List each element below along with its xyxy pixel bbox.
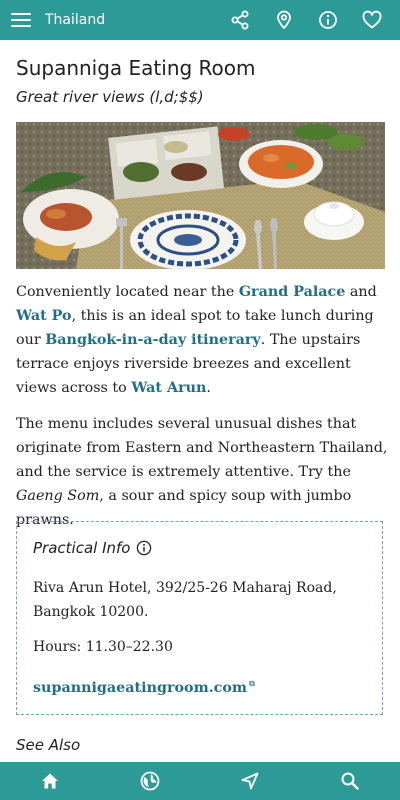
menu-icon[interactable] (11, 13, 31, 27)
link-grand-palace[interactable]: Grand Palace (239, 284, 346, 300)
link-wat-po[interactable]: Wat Po (16, 308, 72, 324)
share-icon[interactable] (218, 0, 262, 40)
search-icon[interactable] (320, 762, 380, 800)
app-bar: Thailand (0, 0, 400, 40)
practical-info-box: Practical Info Riva Arun Hotel, 392/25-2… (16, 521, 383, 715)
navigate-icon[interactable] (220, 762, 280, 800)
restaurant-photo (16, 122, 385, 269)
text-run: . (206, 380, 211, 396)
page-title: Supanniga Eating Room (16, 56, 256, 80)
link-bangkok-itinerary[interactable]: Bangkok-in-a-day itinerary (45, 332, 261, 348)
practical-info-label: Practical Info (33, 539, 131, 557)
app-bar-actions (218, 0, 394, 40)
description-paragraph-2: The menu includes several unusual dishes… (16, 412, 388, 532)
bottom-nav (0, 762, 400, 800)
home-icon[interactable] (20, 762, 80, 800)
info-icon[interactable] (306, 0, 350, 40)
see-also-heading: See Also (16, 736, 81, 754)
page-subtitle: Great river views (l,d;$$) (16, 88, 204, 106)
website-link-label: supanniga­eatingroom.com (33, 679, 248, 696)
text-run: Conveniently located near the (16, 284, 239, 300)
website-link[interactable]: supanniga­eatingroom.com ⧉ (33, 678, 255, 696)
address-text: Riva Arun Hotel, 392/25-26 Maharaj Road,… (33, 580, 337, 620)
hours-text: Hours: 11.30–22.30 (33, 639, 173, 655)
info-icon[interactable] (136, 540, 152, 556)
text-run: The menu includes several unusual dishes… (16, 416, 388, 480)
external-link-icon: ⧉ (249, 678, 255, 688)
article-content[interactable]: Supanniga Eating Room Great river views … (0, 40, 400, 762)
heart-icon[interactable] (350, 0, 394, 40)
description-paragraph-1: Conveniently located near the Grand Pala… (16, 280, 388, 400)
dish-name: Gaeng Som (16, 488, 100, 504)
map-pin-icon[interactable] (262, 0, 306, 40)
practical-info-title: Practical Info (33, 539, 152, 557)
link-wat-arun[interactable]: Wat Arun (131, 380, 206, 396)
text-run: and (345, 284, 377, 300)
globe-icon[interactable] (120, 762, 180, 800)
app-bar-title: Thailand (45, 12, 106, 28)
